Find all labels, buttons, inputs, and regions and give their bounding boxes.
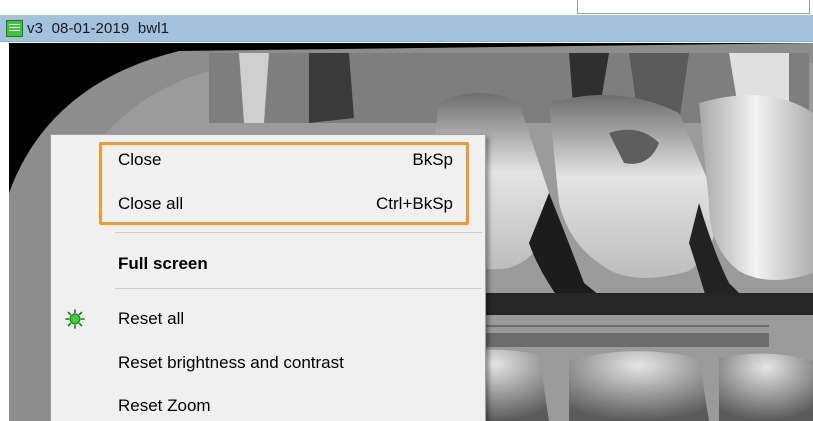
screen: v3 08-01-2019 bwl1 Close BkSp Close all … xyxy=(0,0,813,421)
menu-item-full-screen[interactable]: Full screen xyxy=(51,247,485,280)
menu-separator xyxy=(115,288,482,289)
green-bulb-icon xyxy=(65,309,85,329)
menu-item-label: Reset all xyxy=(118,308,185,328)
menu-item-label: Reset Zoom xyxy=(118,395,211,415)
menu-item-label: Close all xyxy=(118,193,184,213)
menu-item-label: Reset brightness and contrast xyxy=(118,352,344,372)
context-menu: Close BkSp Close all Ctrl+BkSp Full scre… xyxy=(50,134,486,421)
image-list-icon xyxy=(6,19,23,37)
menu-separator xyxy=(115,232,482,233)
menu-item-label: Full screen xyxy=(118,253,208,273)
menu-item-shortcut: BkSp xyxy=(412,149,453,169)
menu-item-shortcut: Ctrl+BkSp xyxy=(376,193,453,213)
menu-item-reset-zoom[interactable]: Reset Zoom xyxy=(51,389,485,421)
menu-item-label: Close xyxy=(118,149,162,169)
menu-item-reset-brightness-contrast[interactable]: Reset brightness and contrast xyxy=(51,346,485,379)
menu-item-reset-all[interactable]: Reset all xyxy=(51,302,485,335)
image-window-titlebar[interactable]: v3 08-01-2019 bwl1 xyxy=(0,15,813,42)
menu-item-close[interactable]: Close BkSp xyxy=(51,143,485,176)
top-input-field[interactable] xyxy=(577,0,810,14)
window-title: v3 08-01-2019 bwl1 xyxy=(27,19,170,37)
menu-item-close-all[interactable]: Close all Ctrl+BkSp xyxy=(51,187,485,220)
